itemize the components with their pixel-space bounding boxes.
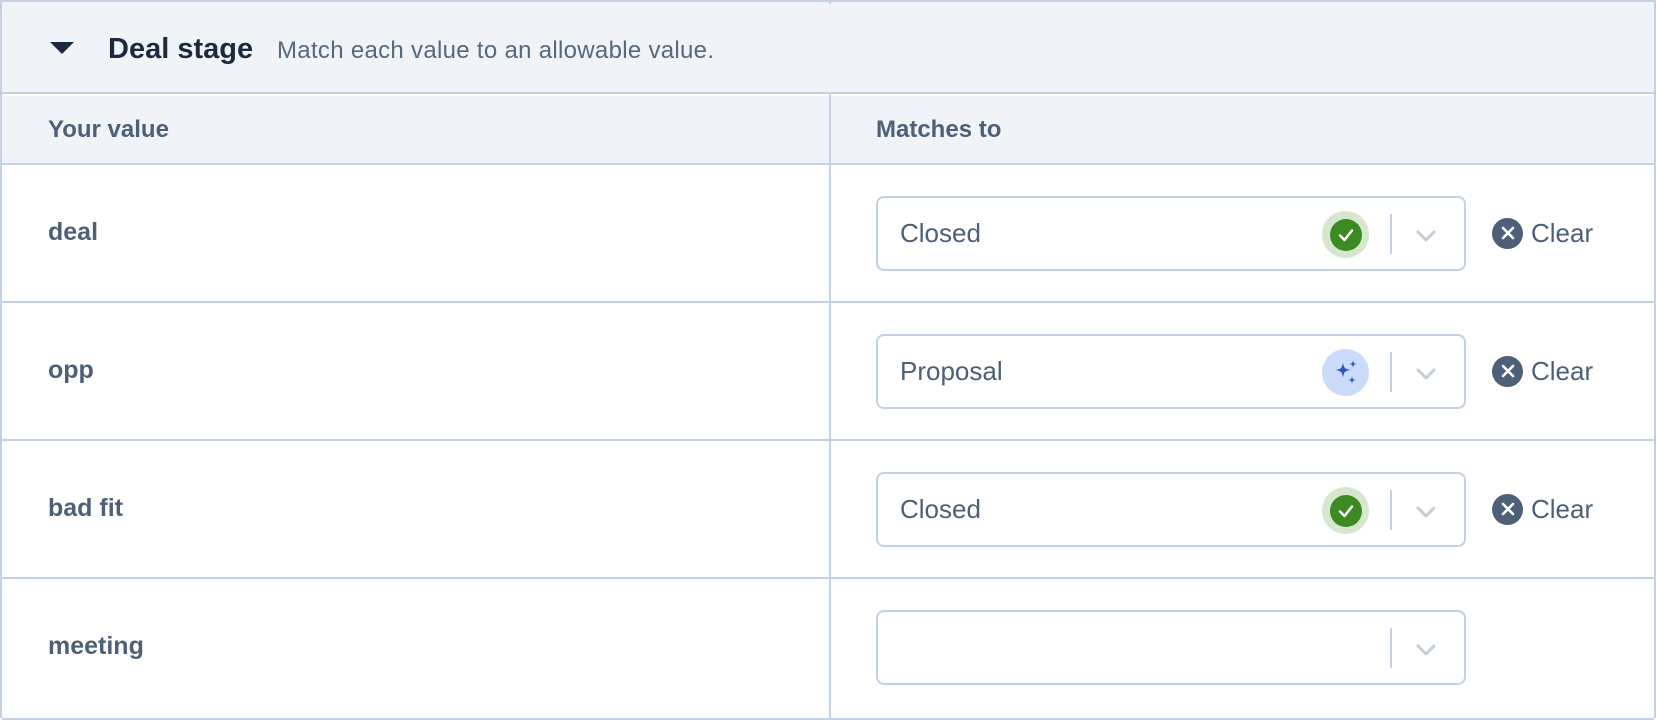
column-header-row: Your value Matches to (2, 96, 1654, 165)
caret-down-icon[interactable] (50, 42, 74, 54)
row-value: meeting (48, 632, 144, 660)
value-mapping-panel: Deal stage Match each value to an allowa… (0, 0, 1656, 720)
column-header-your-value: Your value (48, 116, 169, 143)
clear-button[interactable]: Clear (1492, 353, 1593, 389)
sparkles-icon (1322, 349, 1369, 396)
match-select[interactable]: Closed (876, 196, 1466, 271)
clear-label: Clear (1531, 356, 1594, 386)
select-value: Closed (900, 494, 981, 524)
clear-label: Clear (1531, 218, 1594, 248)
x-circle-icon (1492, 217, 1523, 249)
chevron-down-icon[interactable] (1412, 636, 1440, 664)
chevron-down-icon[interactable] (1412, 498, 1440, 526)
match-select[interactable]: Closed (876, 472, 1466, 547)
clear-button[interactable]: Clear (1492, 491, 1593, 527)
table-row: bad fit Closed Clear (2, 441, 1654, 579)
select-separator (1390, 628, 1392, 668)
column-divider-top (829, 2, 831, 4)
row-value: bad fit (48, 494, 123, 522)
select-value: Proposal (900, 356, 1003, 386)
section-title: Deal stage (108, 33, 254, 65)
row-value: opp (48, 356, 94, 384)
check-circle-icon (1322, 211, 1369, 258)
check-circle-icon (1322, 487, 1369, 534)
chevron-down-icon[interactable] (1412, 222, 1440, 250)
table-row: opp Proposal Clear (2, 303, 1654, 441)
match-select[interactable]: Proposal (876, 334, 1466, 409)
row-value: deal (48, 218, 99, 246)
x-circle-icon (1492, 355, 1523, 387)
table-row: deal Closed Clear (2, 165, 1654, 303)
match-select[interactable] (876, 610, 1466, 685)
section-header[interactable]: Deal stage Match each value to an allowa… (2, 2, 1654, 94)
x-circle-icon (1492, 493, 1523, 525)
column-divider (829, 94, 831, 720)
section-description: Match each value to an allowable value. (277, 37, 715, 64)
table-row: meeting (2, 579, 1654, 720)
column-header-matches-to: Matches to (876, 116, 1002, 143)
clear-label: Clear (1531, 494, 1594, 524)
select-value: Closed (900, 218, 981, 248)
select-separator (1390, 490, 1392, 530)
select-separator (1390, 352, 1392, 392)
select-separator (1390, 214, 1392, 254)
clear-button[interactable]: Clear (1492, 215, 1593, 251)
chevron-down-icon[interactable] (1412, 360, 1440, 388)
